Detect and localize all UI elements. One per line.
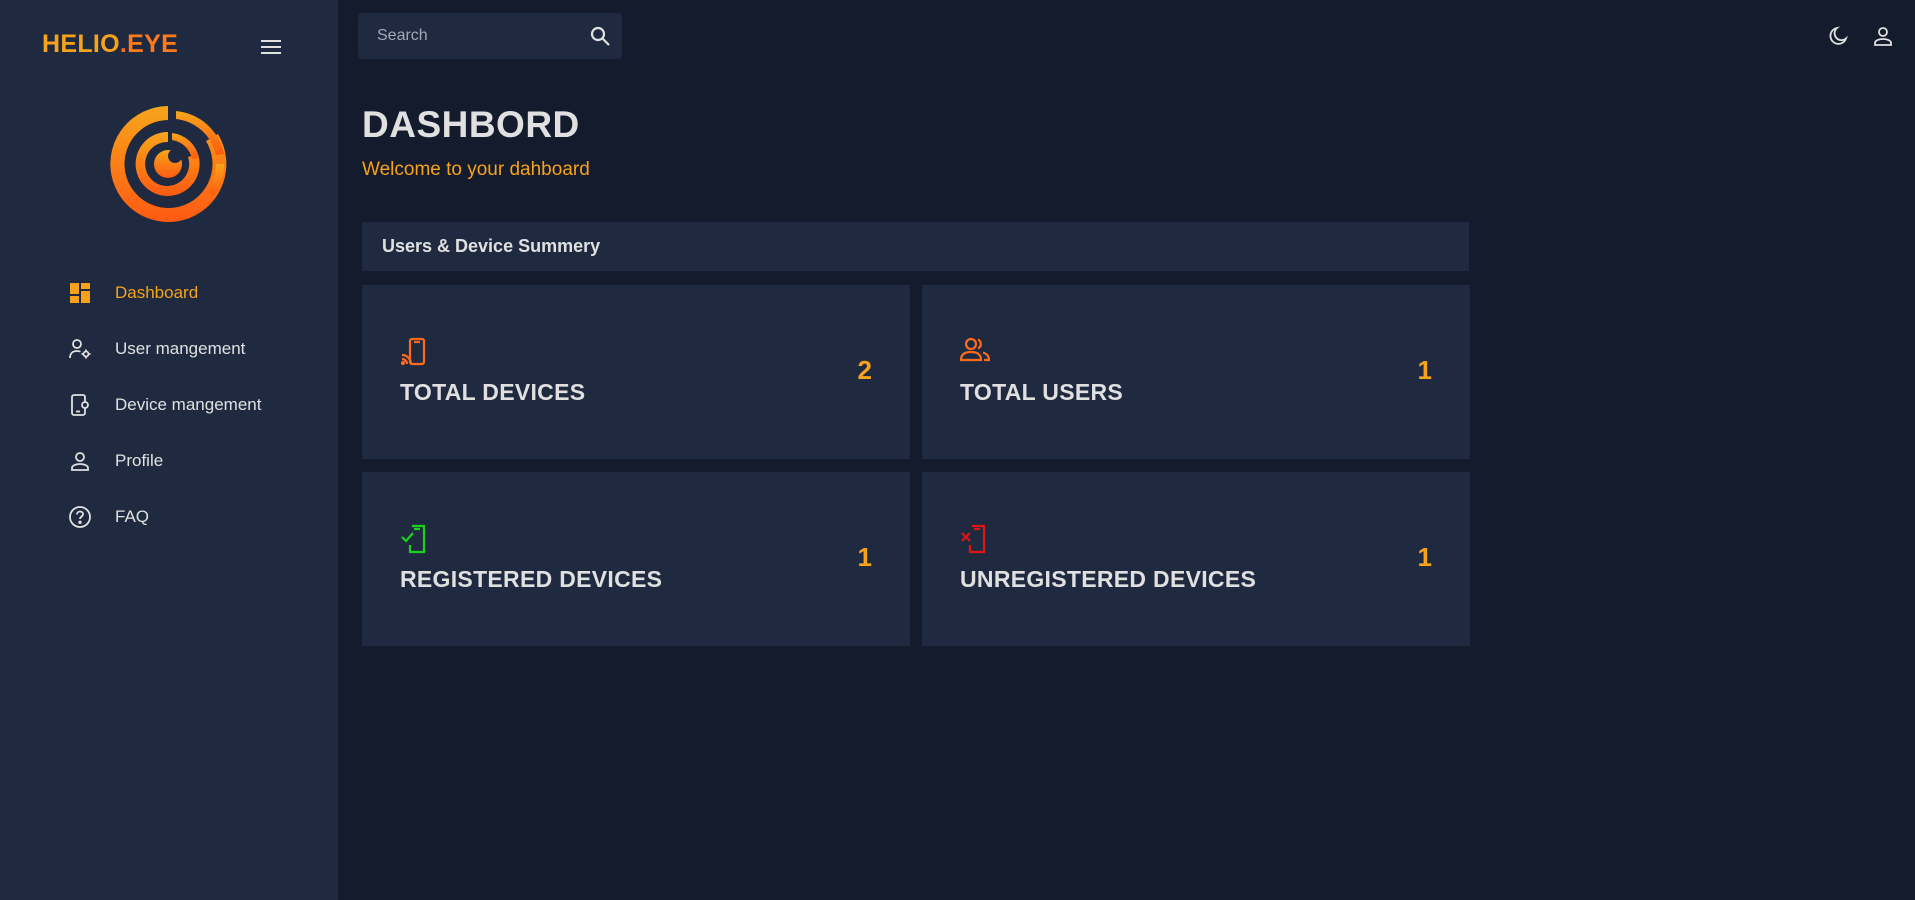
page-subtitle: Welcome to your dahboard <box>362 159 590 180</box>
sidebar-item-label: User mangement <box>115 339 246 358</box>
user-settings-icon <box>67 336 93 362</box>
sidebar-item-label: Device mangement <box>115 395 262 414</box>
phone-x-icon <box>960 524 988 554</box>
search-icon[interactable] <box>588 24 612 48</box>
stat-card-total-devices: TOTAL DEVICES 2 <box>362 285 910 459</box>
sidebar-item-label: Dashboard <box>115 283 199 302</box>
card-value: 1 <box>857 542 872 572</box>
help-circle-icon <box>67 504 93 530</box>
card-label: TOTAL DEVICES <box>400 379 586 405</box>
summary-header: Users & Device Summery <box>362 222 1469 271</box>
person-icon[interactable] <box>1869 22 1897 50</box>
card-value: 2 <box>857 355 872 385</box>
app: HELIO.EYE Dashboard User mangement Devic… <box>0 0 1915 900</box>
card-label: UNREGISTERED DEVICES <box>960 566 1257 592</box>
brand-part2: EYE <box>127 30 179 58</box>
card-value: 1 <box>1417 542 1432 572</box>
sidebar: HELIO.EYE Dashboard User mangement Devic… <box>0 0 338 900</box>
card-label: TOTAL USERS <box>960 379 1124 405</box>
card-label: REGISTERED DEVICES <box>400 566 663 592</box>
moon-icon[interactable] <box>1825 22 1853 50</box>
sidebar-item-label: FAQ <box>115 507 150 526</box>
sidebar-item-dashboard[interactable]: Dashboard <box>0 265 338 321</box>
stat-card-unregistered-devices: UNREGISTERED DEVICES 1 <box>922 472 1470 646</box>
sidebar-item-profile[interactable]: Profile <box>0 433 338 489</box>
page-title: DASHBORD <box>362 104 580 145</box>
dashboard-icon <box>67 280 93 306</box>
search-box <box>358 13 622 59</box>
sidebar-item-label: Profile <box>115 451 164 470</box>
stat-card-registered-devices: REGISTERED DEVICES 1 <box>362 472 910 646</box>
brand-logo-text[interactable]: HELIO.EYE <box>42 30 178 59</box>
sidebar-item-faq[interactable]: FAQ <box>0 489 338 545</box>
device-settings-icon <box>67 392 93 418</box>
people-icon <box>959 337 991 367</box>
phone-check-icon <box>400 524 428 554</box>
brand-part1: HELIO <box>42 30 120 58</box>
phone-cast-icon <box>400 337 428 367</box>
stat-card-total-users: TOTAL USERS 1 <box>922 285 1470 459</box>
search-input[interactable] <box>377 27 567 45</box>
sidebar-item-device-management[interactable]: Device mangement <box>0 377 338 433</box>
card-value: 1 <box>1417 355 1432 385</box>
sidebar-item-user-management[interactable]: User mangement <box>0 321 338 377</box>
person-icon <box>67 448 93 474</box>
helio-eye-logo <box>106 102 230 226</box>
topbar-icons <box>1825 22 1897 50</box>
sidebar-nav: Dashboard User mangement Device mangemen… <box>0 265 338 545</box>
summary-title: Users & Device Summery <box>382 236 601 256</box>
hamburger-menu-icon[interactable] <box>256 34 286 60</box>
